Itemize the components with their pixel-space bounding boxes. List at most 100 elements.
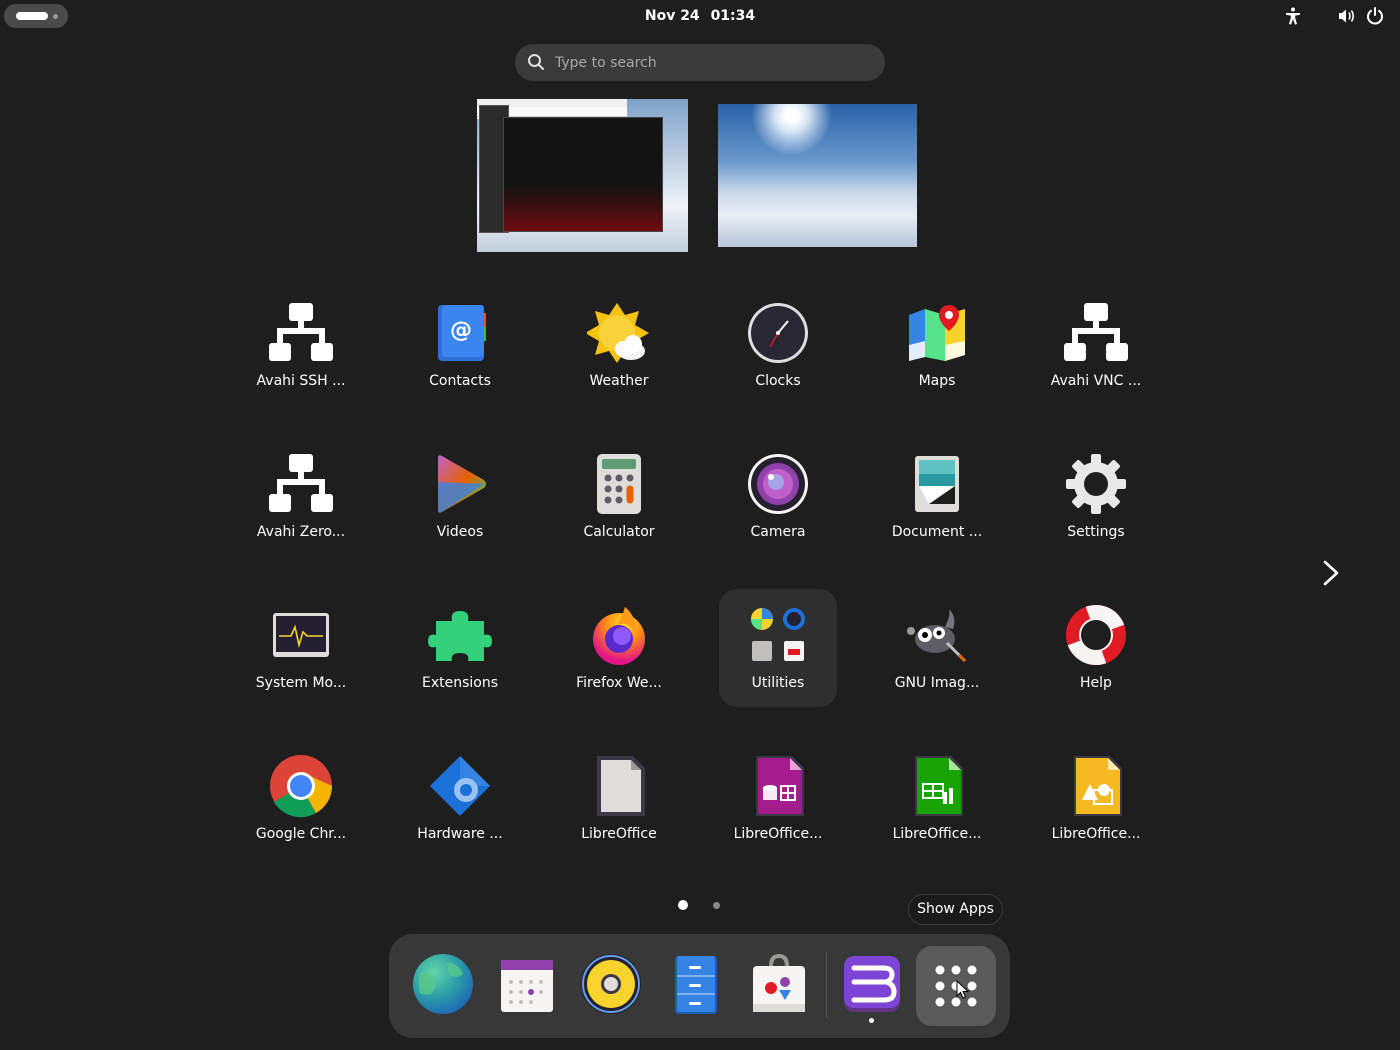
gimp-icon <box>907 609 967 663</box>
contacts-icon: @ <box>438 305 486 361</box>
time-label: 01:34 <box>710 8 756 24</box>
app-google-chrome[interactable]: Google Chr... <box>242 740 360 858</box>
app-avahi-vnc[interactable]: Avahi VNC ... <box>1037 287 1155 405</box>
app-weather[interactable]: Weather <box>560 287 678 405</box>
dock-item-calendar[interactable] <box>487 946 559 1026</box>
dock-item-text-editor[interactable] <box>832 946 904 1026</box>
app-label: LibreOffice... <box>733 826 823 842</box>
workspace-indicator-inactive <box>53 14 58 19</box>
app-label: GNU Imag... <box>894 675 980 691</box>
date-label: Nov 24 <box>644 8 700 24</box>
power-icon[interactable] <box>1365 6 1385 26</box>
app-label: Contacts <box>429 373 491 389</box>
app-libreoffice-calc[interactable]: LibreOffice... <box>878 740 996 858</box>
app-contacts[interactable]: @ Contacts <box>401 287 519 405</box>
app-calculator[interactable]: Calculator <box>560 438 678 556</box>
app-clocks[interactable]: Clocks <box>719 287 837 405</box>
app-label: Maps <box>918 373 956 389</box>
gear-icon <box>1066 454 1126 514</box>
hardware-icon <box>430 756 490 816</box>
app-help[interactable]: Help <box>1037 589 1155 707</box>
dock-item-software[interactable] <box>739 946 811 1026</box>
dock-item-music[interactable] <box>571 946 643 1026</box>
svg-text:@: @ <box>450 318 472 343</box>
app-label: Camera <box>750 524 806 540</box>
app-label: LibreOffice <box>581 826 657 842</box>
globe-icon <box>413 954 473 1014</box>
network-icon <box>269 303 333 361</box>
app-settings[interactable]: Settings <box>1037 438 1155 556</box>
puzzle-icon <box>428 611 492 661</box>
app-label: System Mo... <box>255 675 347 691</box>
app-label: Clocks <box>755 373 801 389</box>
network-icon <box>1064 303 1128 361</box>
system-monitor-icon <box>273 613 329 657</box>
speaker-icon <box>581 954 641 1014</box>
app-maps[interactable]: Maps <box>878 287 996 405</box>
app-label: Help <box>1080 675 1112 691</box>
lifebuoy-icon <box>1066 605 1126 665</box>
dock-separator <box>826 952 827 1018</box>
network-icon <box>269 454 333 512</box>
firefox-icon <box>593 607 645 665</box>
search-box[interactable] <box>515 44 885 81</box>
dock <box>389 934 1010 1038</box>
page-indicator-2[interactable] <box>713 902 720 909</box>
app-folder-utilities[interactable]: Utilities <box>719 589 837 707</box>
videos-icon <box>438 455 486 513</box>
app-label: Weather <box>589 373 649 389</box>
app-libreoffice-base[interactable]: LibreOffice... <box>719 740 837 858</box>
app-avahi-zeroconf[interactable]: Avahi Zero... <box>242 438 360 556</box>
calculator-icon <box>597 454 641 514</box>
app-libreoffice-draw[interactable]: LibreOffice... <box>1037 740 1155 858</box>
software-store-icon <box>753 953 805 1012</box>
chrome-icon <box>270 755 332 818</box>
volume-icon[interactable] <box>1337 6 1357 26</box>
app-document-scanner[interactable]: Document ... <box>878 438 996 556</box>
workspace-thumbnail-2[interactable] <box>718 104 917 247</box>
app-gimp[interactable]: GNU Imag... <box>878 589 996 707</box>
show-apps-icon <box>935 965 977 1007</box>
app-videos[interactable]: Videos <box>401 438 519 556</box>
app-label: Videos <box>436 524 484 540</box>
app-label: Avahi Zero... <box>256 524 346 540</box>
app-label: Settings <box>1067 524 1125 540</box>
activities-button[interactable] <box>4 4 68 28</box>
workspace-indicator-active <box>16 12 48 20</box>
libreoffice-base-icon <box>756 756 804 816</box>
show-apps-tooltip: Show Apps <box>908 894 1003 925</box>
app-label: Avahi SSH ... <box>256 373 346 389</box>
app-label: Avahi VNC ... <box>1050 373 1142 389</box>
libreoffice-icon <box>597 756 645 816</box>
app-label: Extensions <box>421 675 499 691</box>
app-avahi-ssh[interactable]: Avahi SSH ... <box>242 287 360 405</box>
app-camera[interactable]: Camera <box>719 438 837 556</box>
libreoffice-draw-icon <box>1074 756 1122 816</box>
window-thumbnail <box>503 117 663 232</box>
app-firefox[interactable]: Firefox We... <box>560 589 678 707</box>
weather-icon <box>587 303 649 363</box>
map-icon <box>909 305 965 361</box>
app-system-monitor[interactable]: System Mo... <box>242 589 360 707</box>
show-apps-button[interactable] <box>916 946 996 1026</box>
libreoffice-calc-icon <box>915 756 963 816</box>
running-indicator <box>869 1018 874 1023</box>
page-indicator-1[interactable] <box>678 900 688 910</box>
dock-item-browser[interactable] <box>403 946 475 1026</box>
workspace-thumbnail-1[interactable] <box>477 99 688 252</box>
accessibility-icon[interactable] <box>1283 6 1303 26</box>
search-icon <box>528 54 544 70</box>
app-libreoffice[interactable]: LibreOffice <box>560 740 678 858</box>
app-label: Hardware ... <box>417 826 503 842</box>
top-bar: Nov 24 01:34 <box>0 0 1400 32</box>
clock-icon <box>748 303 808 363</box>
file-cabinet-icon <box>675 956 717 1014</box>
app-extensions[interactable]: Extensions <box>401 589 519 707</box>
camera-icon <box>748 454 808 514</box>
chevron-right-icon[interactable] <box>1318 558 1344 588</box>
date-time[interactable]: Nov 24 01:34 <box>600 0 800 32</box>
app-label: Google Chr... <box>255 826 347 842</box>
search-input[interactable] <box>555 44 875 81</box>
app-hardware[interactable]: Hardware ... <box>401 740 519 858</box>
dock-item-files[interactable] <box>655 946 727 1026</box>
